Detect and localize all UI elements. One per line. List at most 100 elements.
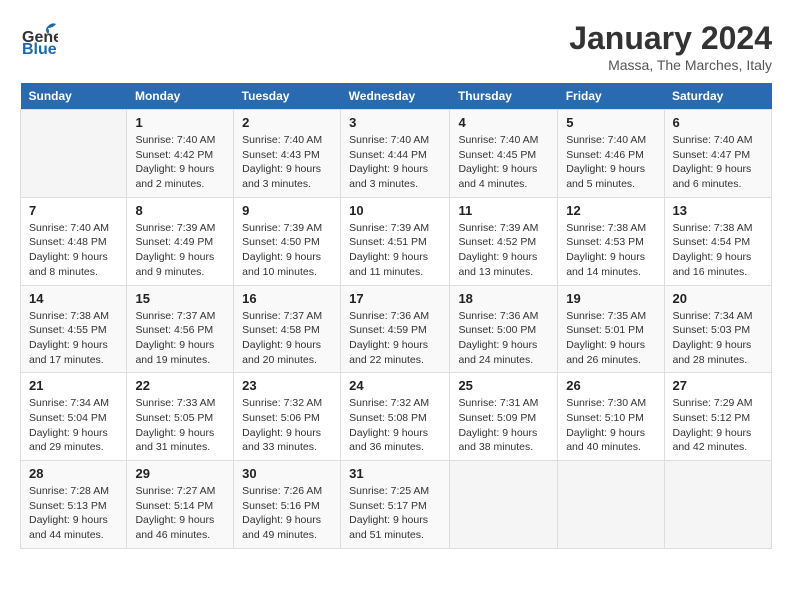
day-info: Sunrise: 7:29 AMSunset: 5:12 PMDaylight:… — [673, 396, 764, 455]
day-number: 21 — [29, 378, 118, 393]
calendar-cell — [450, 461, 558, 549]
calendar-body: 1Sunrise: 7:40 AMSunset: 4:42 PMDaylight… — [21, 110, 772, 549]
day-info: Sunrise: 7:39 AMSunset: 4:51 PMDaylight:… — [349, 221, 441, 280]
day-info: Sunrise: 7:40 AMSunset: 4:45 PMDaylight:… — [458, 133, 549, 192]
calendar-cell: 6 Sunrise: 7:40 AMSunset: 4:47 PMDaylight… — [664, 110, 772, 198]
calendar-cell: 24Sunrise: 7:32 AMSunset: 5:08 PMDayligh… — [341, 373, 450, 461]
day-info: Sunrise: 7:37 AMSunset: 4:58 PMDaylight:… — [242, 309, 332, 368]
calendar-cell: 14Sunrise: 7:38 AMSunset: 4:55 PMDayligh… — [21, 285, 127, 373]
weekday-header-friday: Friday — [558, 83, 664, 110]
calendar-cell: 27 Sunrise: 7:29 AMSunset: 5:12 PMDayligh… — [664, 373, 772, 461]
day-info: Sunrise: 7:32 AMSunset: 5:06 PMDaylight:… — [242, 396, 332, 455]
calendar-week-row: 1Sunrise: 7:40 AMSunset: 4:42 PMDaylight… — [21, 110, 772, 198]
calendar-cell: 16 Sunrise: 7:37 AMSunset: 4:58 PMDayligh… — [234, 285, 341, 373]
calendar-cell — [558, 461, 664, 549]
day-number: 22 — [135, 378, 225, 393]
day-number: 15 — [135, 291, 225, 306]
day-number: 11 — [458, 203, 549, 218]
calendar-cell: 29 Sunrise: 7:27 AMSunset: 5:14 PMDayligh… — [127, 461, 234, 549]
calendar-cell: 31Sunrise: 7:25 AMSunset: 5:17 PMDayligh… — [341, 461, 450, 549]
day-number: 13 — [673, 203, 764, 218]
day-number: 12 — [566, 203, 655, 218]
calendar-cell: 30Sunrise: 7:26 AMSunset: 5:16 PMDayligh… — [234, 461, 341, 549]
day-info: Sunrise: 7:40 AMSunset: 4:47 PMDaylight:… — [673, 133, 764, 192]
day-number: 27 — [673, 378, 764, 393]
day-info: Sunrise: 7:33 AMSunset: 5:05 PMDaylight:… — [135, 396, 225, 455]
day-info: Sunrise: 7:25 AMSunset: 5:17 PMDaylight:… — [349, 484, 441, 543]
day-info: Sunrise: 7:40 AMSunset: 4:46 PMDaylight:… — [566, 133, 655, 192]
day-number: 7 — [29, 203, 118, 218]
day-number: 6 — [673, 115, 764, 130]
day-number: 18 — [458, 291, 549, 306]
title-block: January 2024 Massa, The Marches, Italy — [569, 20, 772, 73]
calendar-cell: 3 Sunrise: 7:40 AMSunset: 4:44 PMDaylight… — [341, 110, 450, 198]
day-number: 25 — [458, 378, 549, 393]
calendar-cell: 10 Sunrise: 7:39 AMSunset: 4:51 PMDayligh… — [341, 197, 450, 285]
calendar-cell: 9 Sunrise: 7:39 AMSunset: 4:50 PMDaylight… — [234, 197, 341, 285]
day-number: 10 — [349, 203, 441, 218]
calendar-cell: 22 Sunrise: 7:33 AMSunset: 5:05 PMDayligh… — [127, 373, 234, 461]
day-info: Sunrise: 7:34 AMSunset: 5:04 PMDaylight:… — [29, 396, 118, 455]
calendar-cell: 4 Sunrise: 7:40 AMSunset: 4:45 PMDaylight… — [450, 110, 558, 198]
day-number: 5 — [566, 115, 655, 130]
day-number: 29 — [135, 466, 225, 481]
day-info: Sunrise: 7:40 AMSunset: 4:48 PMDaylight:… — [29, 221, 118, 280]
day-info: Sunrise: 7:30 AMSunset: 5:10 PMDaylight:… — [566, 396, 655, 455]
day-info: Sunrise: 7:28 AMSunset: 5:13 PMDaylight:… — [29, 484, 118, 543]
day-number: 4 — [458, 115, 549, 130]
day-number: 1 — [135, 115, 225, 130]
calendar-cell: 12 Sunrise: 7:38 AMSunset: 4:53 PMDayligh… — [558, 197, 664, 285]
location-title: Massa, The Marches, Italy — [569, 57, 772, 73]
calendar-cell: 8Sunrise: 7:39 AMSunset: 4:49 PMDaylight… — [127, 197, 234, 285]
calendar-table: SundayMondayTuesdayWednesdayThursdayFrid… — [20, 83, 772, 549]
weekday-header-row: SundayMondayTuesdayWednesdayThursdayFrid… — [21, 83, 772, 110]
calendar-cell: 21 Sunrise: 7:34 AMSunset: 5:04 PMDayligh… — [21, 373, 127, 461]
day-info: Sunrise: 7:38 AMSunset: 4:54 PMDaylight:… — [673, 221, 764, 280]
calendar-cell: 5 Sunrise: 7:40 AMSunset: 4:46 PMDaylight… — [558, 110, 664, 198]
calendar-header: SundayMondayTuesdayWednesdayThursdayFrid… — [21, 83, 772, 110]
day-number: 16 — [242, 291, 332, 306]
calendar-cell — [664, 461, 772, 549]
calendar-cell: 28 Sunrise: 7:28 AMSunset: 5:13 PMDayligh… — [21, 461, 127, 549]
calendar-cell: 11 Sunrise: 7:39 AMSunset: 4:52 PMDayligh… — [450, 197, 558, 285]
day-number: 2 — [242, 115, 332, 130]
logo-icon: General Blue — [20, 20, 58, 58]
day-info: Sunrise: 7:27 AMSunset: 5:14 PMDaylight:… — [135, 484, 225, 543]
day-number: 30 — [242, 466, 332, 481]
calendar-cell — [21, 110, 127, 198]
calendar-cell: 13 Sunrise: 7:38 AMSunset: 4:54 PMDayligh… — [664, 197, 772, 285]
day-info: Sunrise: 7:32 AMSunset: 5:08 PMDaylight:… — [349, 396, 441, 455]
day-info: Sunrise: 7:39 AMSunset: 4:50 PMDaylight:… — [242, 221, 332, 280]
day-number: 23 — [242, 378, 332, 393]
calendar-week-row: 21 Sunrise: 7:34 AMSunset: 5:04 PMDayligh… — [21, 373, 772, 461]
day-info: Sunrise: 7:35 AMSunset: 5:01 PMDaylight:… — [566, 309, 655, 368]
day-info: Sunrise: 7:40 AMSunset: 4:44 PMDaylight:… — [349, 133, 441, 192]
day-info: Sunrise: 7:40 AMSunset: 4:43 PMDaylight:… — [242, 133, 332, 192]
weekday-header-monday: Monday — [127, 83, 234, 110]
month-title: January 2024 — [569, 20, 772, 57]
calendar-week-row: 28 Sunrise: 7:28 AMSunset: 5:13 PMDayligh… — [21, 461, 772, 549]
day-number: 19 — [566, 291, 655, 306]
day-info: Sunrise: 7:39 AMSunset: 4:49 PMDaylight:… — [135, 221, 225, 280]
calendar-week-row: 7 Sunrise: 7:40 AMSunset: 4:48 PMDaylight… — [21, 197, 772, 285]
day-info: Sunrise: 7:39 AMSunset: 4:52 PMDaylight:… — [458, 221, 549, 280]
calendar-cell: 2 Sunrise: 7:40 AMSunset: 4:43 PMDaylight… — [234, 110, 341, 198]
weekday-header-thursday: Thursday — [450, 83, 558, 110]
calendar-cell: 26Sunrise: 7:30 AMSunset: 5:10 PMDayligh… — [558, 373, 664, 461]
calendar-week-row: 14Sunrise: 7:38 AMSunset: 4:55 PMDayligh… — [21, 285, 772, 373]
day-info: Sunrise: 7:38 AMSunset: 4:55 PMDaylight:… — [29, 309, 118, 368]
calendar-cell: 15Sunrise: 7:37 AMSunset: 4:56 PMDayligh… — [127, 285, 234, 373]
calendar-cell: 23 Sunrise: 7:32 AMSunset: 5:06 PMDayligh… — [234, 373, 341, 461]
calendar-cell: 18Sunrise: 7:36 AMSunset: 5:00 PMDayligh… — [450, 285, 558, 373]
svg-text:Blue: Blue — [22, 41, 57, 58]
day-info: Sunrise: 7:36 AMSunset: 4:59 PMDaylight:… — [349, 309, 441, 368]
calendar-cell: 20Sunrise: 7:34 AMSunset: 5:03 PMDayligh… — [664, 285, 772, 373]
logo: General Blue — [20, 20, 58, 58]
calendar-cell: 25Sunrise: 7:31 AMSunset: 5:09 PMDayligh… — [450, 373, 558, 461]
day-number: 28 — [29, 466, 118, 481]
weekday-header-saturday: Saturday — [664, 83, 772, 110]
day-info: Sunrise: 7:38 AMSunset: 4:53 PMDaylight:… — [566, 221, 655, 280]
calendar-cell: 7 Sunrise: 7:40 AMSunset: 4:48 PMDaylight… — [21, 197, 127, 285]
day-number: 9 — [242, 203, 332, 218]
day-number: 3 — [349, 115, 441, 130]
